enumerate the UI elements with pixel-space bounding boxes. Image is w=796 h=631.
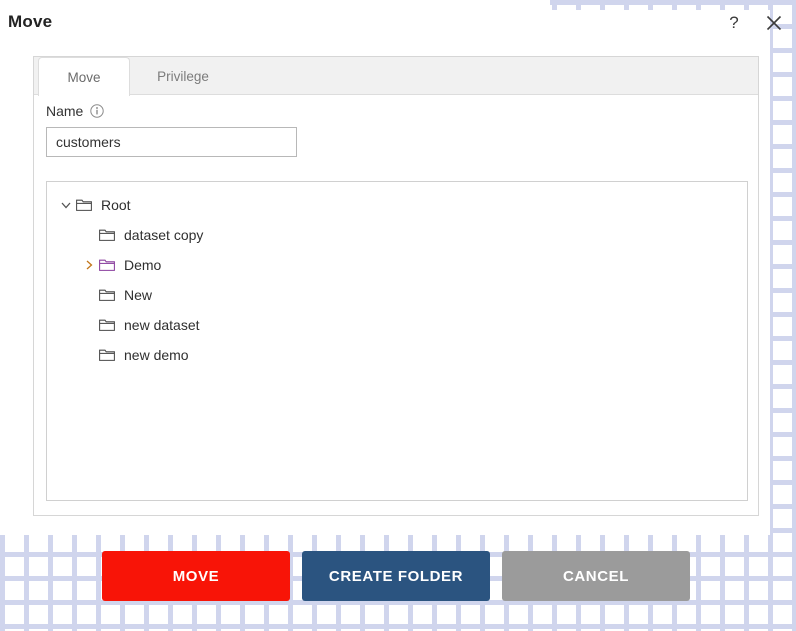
page-title: Move [8,12,53,31]
create-folder-button-label: CREATE FOLDER [328,567,464,585]
info-icon[interactable] [90,104,105,118]
folder-icon [75,196,93,214]
tree-row-label: dataset copy [124,227,204,243]
question-mark-icon: ? [724,13,744,33]
cancel-button[interactable]: CANCEL [502,551,690,601]
name-field-row: Name [46,103,105,119]
tree-row[interactable]: new demo [47,340,747,370]
tab-move-label: Move [67,69,101,85]
tree-row[interactable]: new dataset [47,310,747,340]
tree-row[interactable]: dataset copy [47,220,747,250]
folder-icon [98,316,116,334]
tree-row-label: Root [101,197,131,213]
tree-row[interactable]: New [47,280,747,310]
close-button[interactable] [759,8,789,38]
move-button[interactable]: MOVE [102,551,290,601]
tree-row-label: new dataset [124,317,200,333]
chevron-right-icon[interactable] [80,256,98,274]
folder-icon-selected [98,256,116,274]
tab-move[interactable]: Move [38,57,130,96]
create-folder-button[interactable]: CREATE FOLDER [302,551,490,601]
folder-icon [98,286,116,304]
folder-icon [98,226,116,244]
tab-privilege-label: Privilege [157,69,209,84]
folder-tree-panel[interactable]: Root dataset copy Demo New new dataset new de… [46,181,748,501]
folder-icon [98,346,116,364]
tree-row[interactable]: Demo [47,250,747,280]
name-label: Name [46,103,84,119]
tree-row-label: new demo [124,347,189,363]
cancel-button-label: CANCEL [562,567,630,585]
dialog-footer: MOVE CREATE FOLDER CANCEL [0,551,796,601]
tab-privilege[interactable]: Privilege [138,57,228,96]
name-input[interactable] [46,127,297,157]
svg-text:?: ? [729,13,738,32]
tree-row-label: Demo [124,257,162,273]
tree-row[interactable]: Root [47,190,747,220]
tree-row-label: New [124,287,153,303]
close-icon [765,14,783,32]
help-button[interactable]: ? [719,8,749,38]
chevron-down-icon[interactable] [57,196,75,214]
dialog-header: Move ? [0,0,796,48]
move-button-label: MOVE [172,567,220,585]
dialog-card: Move Privilege Name Root dataset copy Demo… [33,56,759,516]
